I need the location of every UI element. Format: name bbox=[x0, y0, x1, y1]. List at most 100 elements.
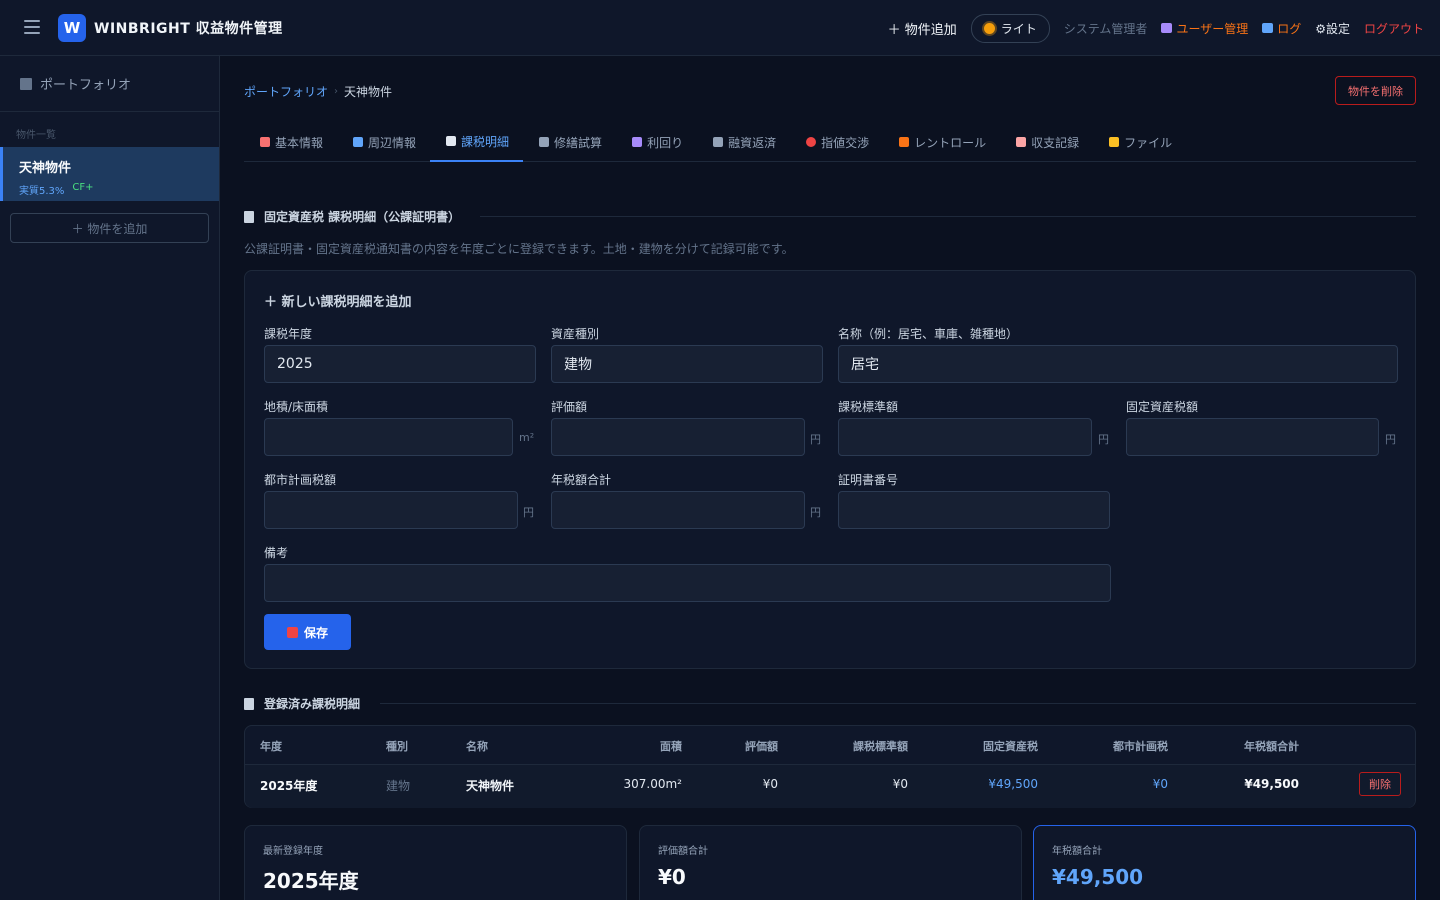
city-tax-input[interactable] bbox=[264, 491, 518, 529]
tax-base-input[interactable] bbox=[838, 418, 1092, 456]
city-tax-label: 都市計画税額 bbox=[264, 473, 337, 487]
asset-type-field: 資産種別 建物 bbox=[551, 325, 823, 383]
tab-repair-estimate[interactable]: 修繕試算 bbox=[523, 122, 616, 162]
tab-tax-details[interactable]: 課税明細 bbox=[430, 122, 524, 162]
receipt-icon bbox=[446, 136, 457, 146]
cell-city-tax: ¥0 bbox=[1152, 777, 1168, 791]
house-icon bbox=[899, 137, 910, 147]
tab-income-records[interactable]: 収支記録 bbox=[1000, 122, 1093, 162]
sun-icon bbox=[983, 22, 995, 34]
sidebar-title: ポートフォリオ bbox=[40, 78, 132, 93]
app-logo: W bbox=[58, 14, 86, 42]
delete-property-button[interactable]: 物件を削除 bbox=[1335, 76, 1416, 105]
add-property-button[interactable]: ＋ 物件追加 bbox=[888, 19, 957, 38]
property-tax-field: 固定資産税額 bbox=[1126, 398, 1379, 456]
tab-label: 基本情報 bbox=[275, 135, 324, 150]
chart-icon bbox=[632, 137, 643, 147]
tax-year-input[interactable]: 2025 bbox=[264, 345, 536, 383]
section-divider bbox=[480, 216, 1416, 217]
column-header-property-tax: 固定資産税 bbox=[983, 740, 1038, 753]
tab-label: 指値交渉 bbox=[821, 135, 870, 150]
cert-no-input[interactable] bbox=[838, 491, 1110, 529]
area-unit: m² bbox=[519, 431, 535, 444]
asset-type-select[interactable]: 建物 bbox=[551, 345, 823, 383]
users-icon bbox=[1161, 23, 1173, 33]
tab-negotiation[interactable]: 指値交渉 bbox=[790, 122, 883, 162]
stat-label: 評価額合計 bbox=[658, 846, 708, 857]
registered-section-title: 登録済み課税明細 bbox=[244, 695, 1416, 712]
main-content: ポートフォリオ › 天神物件 物件を削除 基本情報 周辺情報 課税明細 修繕試算… bbox=[220, 56, 1440, 900]
target-icon bbox=[806, 137, 817, 147]
log-label: ログ bbox=[1277, 21, 1302, 36]
asset-type-label: 資産種別 bbox=[551, 327, 600, 341]
tab-loan[interactable]: 融資返済 bbox=[697, 122, 790, 162]
logout-link[interactable]: ログアウト bbox=[1364, 20, 1424, 37]
stat-card-assessed-total: 評価額合計 ¥0 bbox=[639, 825, 1022, 900]
tab-surroundings[interactable]: 周辺情報 bbox=[337, 122, 430, 162]
stat-value: ¥49,500 bbox=[1052, 865, 1144, 889]
theme-toggle-button[interactable]: ライト bbox=[970, 13, 1050, 43]
user-management-link[interactable]: ユーザー管理 bbox=[1161, 20, 1248, 37]
tax-base-field: 課税標準額 bbox=[838, 398, 1092, 456]
tax-year-label: 課税年度 bbox=[264, 327, 313, 341]
annual-total-input[interactable] bbox=[551, 491, 805, 529]
settings-link[interactable]: ⚙設定 bbox=[1315, 20, 1350, 37]
stat-card-annual-total: 年税額合計 ¥49,500 bbox=[1033, 825, 1416, 900]
stat-value: ¥0 bbox=[658, 865, 686, 889]
notes-input[interactable] bbox=[264, 564, 1111, 602]
cf-badge: CF+ bbox=[72, 182, 94, 193]
tab-files[interactable]: ファイル bbox=[1093, 122, 1186, 162]
area-input[interactable] bbox=[264, 418, 513, 456]
breadcrumb: ポートフォリオ › 天神物件 bbox=[244, 83, 392, 100]
cell-area: 307.00m² bbox=[623, 777, 683, 791]
clipboard-icon bbox=[260, 137, 270, 147]
stat-label: 最新登録年度 bbox=[263, 846, 323, 857]
annual-total-unit: 円 bbox=[810, 506, 821, 519]
floppy-disk-icon bbox=[286, 626, 298, 638]
assessed-input[interactable] bbox=[551, 418, 805, 456]
name-input[interactable]: 居宅 bbox=[838, 345, 1398, 383]
sidebar-header: ポートフォリオ bbox=[0, 56, 219, 112]
receipt-icon bbox=[244, 210, 254, 223]
tab-yield[interactable]: 利回り bbox=[616, 122, 697, 162]
notes-field: 備考 bbox=[264, 544, 1111, 602]
sidebar-add-property-button[interactable]: ＋ 物件を追加 bbox=[10, 213, 209, 243]
save-label: 保存 bbox=[303, 625, 328, 640]
stat-value: 2025年度 bbox=[263, 869, 359, 893]
theme-label: ライト bbox=[1000, 21, 1037, 36]
hammer-icon bbox=[539, 137, 550, 147]
tab-label: 収支記録 bbox=[1031, 135, 1080, 150]
annual-total-label: 年税額合計 bbox=[551, 473, 612, 487]
form-title: ＋ 新しい課税明細を追加 bbox=[264, 295, 412, 310]
notes-label: 備考 bbox=[264, 546, 289, 560]
property-tax-input[interactable] bbox=[1126, 418, 1379, 456]
breadcrumb-current: 天神物件 bbox=[344, 85, 393, 99]
tax-base-unit: 円 bbox=[1098, 433, 1109, 446]
stat-card-latest-year: 最新登録年度 2025年度 bbox=[244, 825, 627, 900]
bank-icon bbox=[713, 137, 724, 147]
cell-name: 天神物件 bbox=[466, 779, 515, 793]
column-header-annual-total: 年税額合計 bbox=[1244, 740, 1299, 753]
sidebar-item-property[interactable]: 天神物件 実質5.3% CF+ bbox=[0, 147, 219, 201]
tab-basic-info[interactable]: 基本情報 bbox=[244, 122, 337, 162]
property-tax-label: 固定資産税額 bbox=[1126, 400, 1199, 414]
column-header-type: 種別 bbox=[386, 740, 408, 753]
sidebar: ポートフォリオ 物件一覧 天神物件 実質5.3% CF+ ＋ 物件を追加 bbox=[0, 56, 220, 900]
tab-rent-roll[interactable]: レントロール bbox=[883, 122, 1000, 162]
tax-form-card: ＋ 新しい課税明細を追加 課税年度 2025 資産種別 建物 名称（例：居宅、車… bbox=[244, 270, 1416, 669]
tab-label: 周辺情報 bbox=[368, 135, 417, 150]
breadcrumb-root[interactable]: ポートフォリオ bbox=[244, 83, 328, 100]
table-row bbox=[245, 764, 1415, 808]
assessed-label: 評価額 bbox=[551, 400, 588, 414]
log-link[interactable]: ログ bbox=[1262, 20, 1301, 37]
menu-icon[interactable] bbox=[24, 20, 40, 34]
receipt-icon bbox=[244, 697, 254, 710]
tax-base-label: 課税標準額 bbox=[838, 400, 899, 414]
stat-label: 年税額合計 bbox=[1052, 846, 1102, 857]
save-button[interactable]: 保存 bbox=[264, 614, 351, 650]
delete-row-button[interactable]: 削除 bbox=[1359, 772, 1401, 796]
cell-year: 2025年度 bbox=[260, 779, 318, 793]
registered-section-title-text: 登録済み課税明細 bbox=[264, 697, 361, 711]
tax-year-field: 課税年度 2025 bbox=[264, 325, 536, 383]
city-tax-field: 都市計画税額 bbox=[264, 471, 518, 529]
